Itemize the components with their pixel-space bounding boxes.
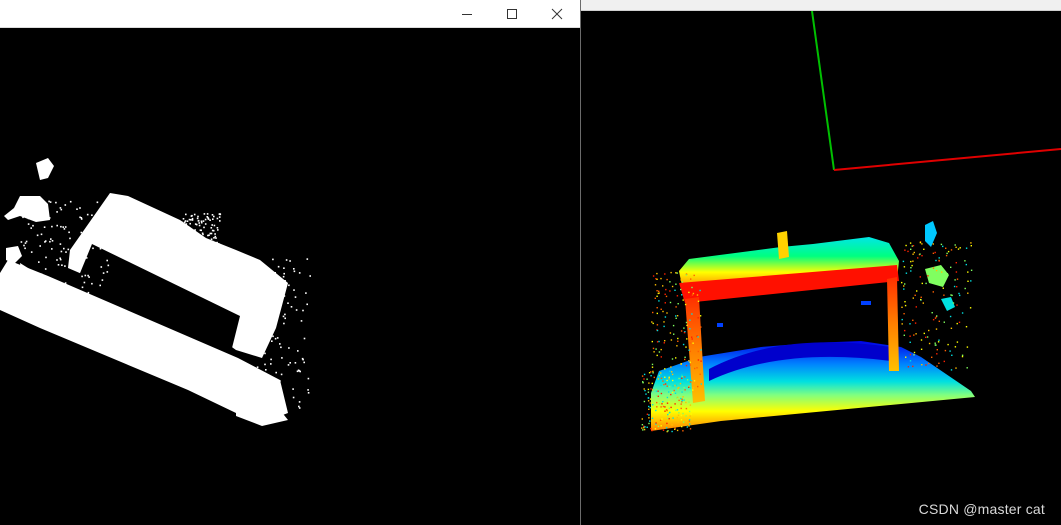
maximize-icon: [506, 8, 518, 20]
window-titlebar[interactable]: [0, 0, 580, 28]
minimize-button[interactable]: [444, 0, 490, 27]
point-cloud-canvas[interactable]: [581, 11, 1061, 525]
point-cloud-window: CSDN @master cat: [581, 0, 1061, 525]
window-titlebar-edge: [581, 0, 1061, 11]
maximize-button[interactable]: [489, 0, 535, 27]
mask-window: [0, 0, 580, 525]
watermark-text: CSDN @master cat: [918, 501, 1045, 517]
close-icon: [551, 8, 563, 20]
table-leg-right: [887, 277, 899, 371]
minimize-icon: [461, 8, 473, 20]
close-button[interactable]: [534, 0, 580, 27]
binary-mask-canvas: [0, 28, 580, 525]
